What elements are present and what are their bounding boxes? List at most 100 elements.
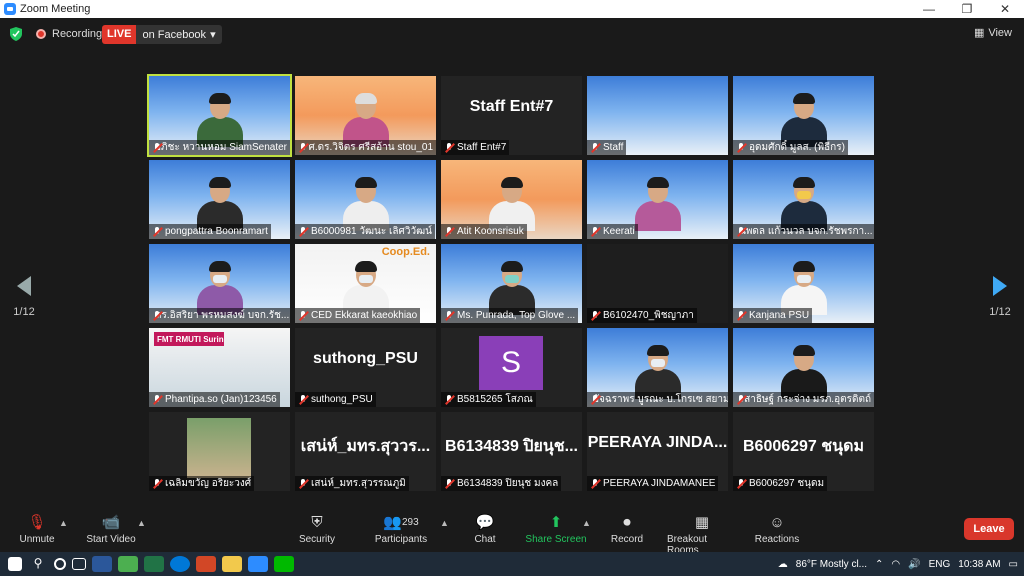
- security-button[interactable]: ⛨ Security: [282, 510, 352, 546]
- window-controls: — ❐ ✕: [910, 0, 1024, 18]
- breakout-rooms-button[interactable]: ▦ Breakout Rooms: [667, 510, 737, 556]
- record-dot-icon: [36, 29, 46, 39]
- video-tile[interactable]: ดร.อิสริยา พรหมสงฆ์ บจก.รัช...: [149, 244, 290, 323]
- language-indicator[interactable]: ENG: [929, 559, 951, 570]
- video-tile[interactable]: Staff: [587, 76, 728, 155]
- notifications-icon[interactable]: ▭: [1009, 559, 1018, 570]
- video-tile[interactable]: Atit Koonsrisuk: [441, 160, 582, 239]
- edge-icon[interactable]: [170, 556, 190, 572]
- share-screen-button[interactable]: ⬆ Share Screen: [521, 510, 591, 545]
- close-button[interactable]: ✕: [986, 0, 1024, 18]
- search-icon[interactable]: ⚲: [28, 556, 48, 572]
- participant-name: B6006297 ชนุดม: [733, 476, 828, 491]
- page-indicator-right: 1/12: [989, 306, 1011, 318]
- video-tile[interactable]: Keerati: [587, 160, 728, 239]
- video-tile[interactable]: B6102470_พิชญาภา: [587, 244, 728, 323]
- weather-icon: ☁: [777, 558, 788, 570]
- line-icon[interactable]: [274, 556, 294, 572]
- video-options-caret[interactable]: ▲: [137, 518, 146, 528]
- volume-icon[interactable]: 🔊: [908, 559, 920, 570]
- video-tile[interactable]: Ms. Punrada, Top Glove ...: [441, 244, 582, 323]
- video-tile[interactable]: อภิชะ หวานหอม SiamSenater: [147, 74, 292, 157]
- participants-button[interactable]: 👥 293 Participants: [366, 510, 436, 545]
- muted-mic-icon: [298, 142, 306, 153]
- previous-page-nav[interactable]: 1/12: [12, 276, 36, 318]
- zoom-taskbar-icon[interactable]: [248, 556, 268, 572]
- participant-name: อุดมศักดิ์ มูลส. (พิธีกร): [733, 140, 848, 155]
- recording-label: Recording: [52, 28, 103, 40]
- wifi-icon[interactable]: ◠: [891, 559, 900, 570]
- participant-big-name: เสน่ห์_มทร.สุววร...: [300, 438, 431, 455]
- participant-avatar: S: [479, 336, 543, 390]
- muted-mic-icon: [444, 226, 454, 237]
- video-tile[interactable]: pongpattra Boonramart: [149, 160, 290, 239]
- video-tile[interactable]: Kanjana PSU: [733, 244, 874, 323]
- live-badge: LIVE: [102, 25, 137, 44]
- weather-text[interactable]: 86°F Mostly cl...: [796, 559, 867, 570]
- video-tile[interactable]: อุดมศักดิ์ มูลส. (พิธีกร): [733, 76, 874, 155]
- participant-name: สาธิษฐ์ กระจ่าง มรภ.อุตรดิตถ์: [733, 392, 874, 407]
- encryption-shield-icon[interactable]: [10, 27, 22, 41]
- participant-name: PEERAYA JINDAMANEE: [587, 476, 719, 491]
- video-tile[interactable]: B6134839 ปิยนุช... B6134839 ปิยนุช มงคล: [441, 412, 582, 491]
- minimize-button[interactable]: —: [910, 0, 948, 18]
- video-tile[interactable]: Staff Ent#7 Staff Ent#7: [441, 76, 582, 155]
- meeting-area: Recording LIVE on Facebook ▾ ▦ View 1/12…: [0, 18, 1024, 508]
- video-tile[interactable]: B6006297 ชนุดม B6006297 ชนุดม: [733, 412, 874, 491]
- next-page-nav[interactable]: 1/12: [988, 276, 1012, 318]
- participant-name: ศ.ดร.วิจิตร ศรีสอ้าน stou_01: [295, 140, 436, 155]
- excel-icon[interactable]: [144, 556, 164, 572]
- participants-options-caret[interactable]: ▲: [440, 518, 449, 528]
- record-button[interactable]: ⏺ Record: [592, 510, 662, 546]
- clock[interactable]: 10:38 AM: [958, 559, 1000, 570]
- title-bar: Zoom Meeting — ❐ ✕: [0, 0, 1024, 18]
- task-view-icon[interactable]: [72, 558, 86, 570]
- shield-icon: ⛨: [311, 513, 323, 531]
- participants-count: 293: [402, 516, 419, 528]
- participant-name: suthong_PSU: [295, 392, 376, 407]
- participant-name: Staff Ent#7: [441, 140, 510, 155]
- participant-name: Phantipa.so (Jan)123456: [149, 392, 280, 407]
- participant-video: [634, 177, 681, 231]
- participant-name: B5815265 โสภณ: [441, 392, 536, 407]
- audio-options-caret[interactable]: ▲: [59, 518, 68, 528]
- video-tile[interactable]: suthong_PSU suthong_PSU: [295, 328, 436, 407]
- muted-mic-icon: [590, 226, 600, 237]
- recording-indicator[interactable]: Recording: [36, 28, 102, 40]
- live-target-dropdown[interactable]: on Facebook ▾: [136, 25, 222, 44]
- share-options-caret[interactable]: ▲: [582, 518, 591, 528]
- chevron-up-icon[interactable]: ⌃: [875, 559, 883, 570]
- live-stream-indicator[interactable]: LIVE on Facebook ▾: [102, 25, 222, 44]
- video-tile[interactable]: ศ.ดร.วิจิตร ศรีสอ้าน stou_01: [295, 76, 436, 155]
- grid-view-icon: ▦: [973, 27, 985, 39]
- video-tile[interactable]: เฉลิมขวัญ อริยะวงศ์: [149, 412, 290, 491]
- start-video-button[interactable]: 📹 Start Video: [76, 510, 146, 545]
- app-icon[interactable]: [118, 556, 138, 572]
- word-icon[interactable]: [92, 556, 112, 572]
- participant-name: ดร.อิสริยา พรหมสงฆ์ บจก.รัช...: [149, 308, 290, 323]
- muted-mic-icon: [590, 310, 600, 321]
- video-tile[interactable]: อัจฉราพร บูรณะ บ.โกรเซ สยาม: [587, 328, 728, 407]
- participant-profile-photo: [187, 418, 251, 478]
- powerpoint-icon[interactable]: [196, 556, 216, 572]
- video-tile[interactable]: B6000981 วัฒนะ เลิศวิวัฒน์: [295, 160, 436, 239]
- video-tile[interactable]: นพดล แก้วนวล บจก.รัชพรกา...: [733, 160, 874, 239]
- video-tile[interactable]: Coop.Ed. CED Ekkarat kaeokhiao: [295, 244, 436, 323]
- view-button[interactable]: ▦ View: [973, 26, 1012, 40]
- video-tile[interactable]: เสน่ห์_มทร.สุววร... เสน่ห์_มทร.สุวรรณภูม…: [295, 412, 436, 491]
- windows-start-icon[interactable]: [8, 557, 22, 571]
- chat-button[interactable]: 💬 Chat: [450, 510, 520, 545]
- cortana-icon[interactable]: [54, 558, 66, 570]
- reactions-button[interactable]: ☺ Reactions: [742, 510, 812, 546]
- video-tile[interactable]: FMT RMUTI Surin Phantipa.so (Jan)123456: [149, 328, 290, 407]
- leave-button[interactable]: Leave: [964, 518, 1014, 540]
- view-label: View: [988, 26, 1012, 39]
- video-tile[interactable]: S B5815265 โสภณ: [441, 328, 582, 407]
- maximize-button[interactable]: ❐: [948, 0, 986, 18]
- participant-name: นพดล แก้วนวล บจก.รัชพรกา...: [733, 224, 874, 239]
- video-tile[interactable]: สาธิษฐ์ กระจ่าง มรภ.อุตรดิตถ์: [733, 328, 874, 407]
- file-explorer-icon[interactable]: [222, 556, 242, 572]
- meeting-top-bar: Recording LIVE on Facebook ▾ ▦ View: [0, 18, 1024, 50]
- video-tile[interactable]: PEERAYA JINDA... PEERAYA JINDAMANEE: [587, 412, 728, 491]
- smiley-icon: ☺: [769, 513, 785, 531]
